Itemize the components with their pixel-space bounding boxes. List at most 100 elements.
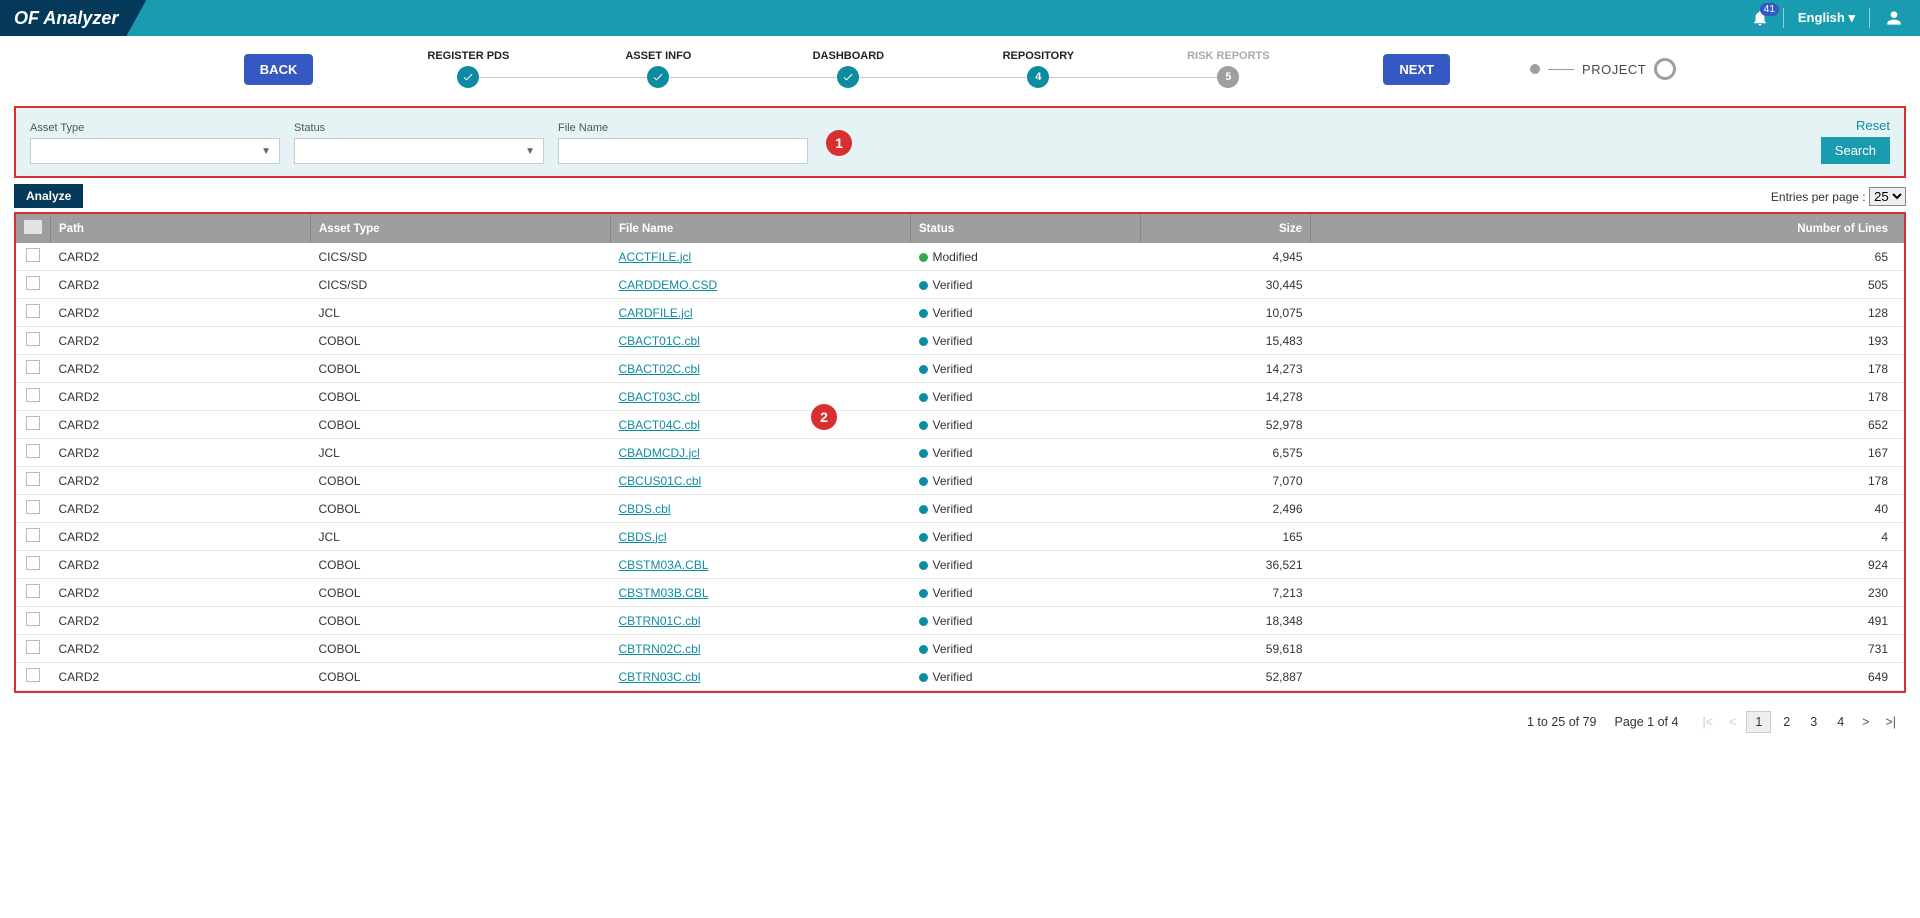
page-indicator: Page 1 of 4 [1615, 715, 1679, 729]
row-checkbox-cell[interactable] [16, 607, 51, 635]
language-selector[interactable]: English ▾ [1798, 10, 1855, 26]
row-checkbox-cell[interactable] [16, 635, 51, 663]
check-icon [457, 66, 479, 88]
file-link[interactable]: CARDFILE.jcl [619, 306, 693, 320]
table-row: CARD2COBOLCBSTM03A.CBLVerified36,521924 [16, 551, 1904, 579]
row-checkbox-cell[interactable] [16, 383, 51, 411]
status-dropdown[interactable]: ▼ [294, 138, 544, 164]
step-asset-info[interactable]: ASSET INFO [563, 50, 753, 88]
search-button[interactable]: Search [1821, 137, 1890, 164]
step-repository[interactable]: REPOSITORY 4 [943, 50, 1133, 88]
analyze-button[interactable]: Analyze [14, 184, 83, 208]
file-link[interactable]: CBDS.jcl [619, 530, 667, 544]
row-checkbox-cell[interactable] [16, 663, 51, 691]
header-file-name[interactable]: File Name [611, 214, 911, 243]
cell-file-name: CARDDEMO.CSD [611, 271, 911, 299]
row-checkbox-cell[interactable] [16, 467, 51, 495]
cell-status: Verified [911, 635, 1141, 663]
step-number: 4 [1027, 66, 1049, 88]
file-link[interactable]: CBACT02C.cbl [619, 362, 700, 376]
row-checkbox-cell[interactable] [16, 327, 51, 355]
file-link[interactable]: CBSTM03A.CBL [619, 558, 709, 572]
select-all-header[interactable] [16, 214, 51, 243]
back-button[interactable]: BACK [244, 54, 314, 85]
last-page-button[interactable]: >| [1879, 712, 1902, 732]
first-page-button[interactable]: |< [1696, 712, 1719, 732]
step-dashboard[interactable]: DASHBOARD [753, 50, 943, 88]
row-checkbox-cell[interactable] [16, 355, 51, 383]
row-checkbox-cell[interactable] [16, 551, 51, 579]
step-label: REGISTER PDS [373, 50, 563, 62]
status-filter: Status ▼ [294, 122, 544, 164]
file-link[interactable]: CBTRN01C.cbl [619, 614, 701, 628]
cell-path: CARD2 [51, 523, 311, 551]
header-asset-type[interactable]: Asset Type [311, 214, 611, 243]
row-checkbox-cell[interactable] [16, 439, 51, 467]
asset-type-dropdown[interactable]: ▼ [30, 138, 280, 164]
prev-page-button[interactable]: < [1723, 712, 1742, 732]
page-4[interactable]: 4 [1829, 712, 1852, 732]
checkbox-icon [26, 556, 40, 570]
header-status[interactable]: Status [911, 214, 1141, 243]
stepper-row: BACK REGISTER PDS ASSET INFO DASHBOARD R… [0, 36, 1920, 106]
results-table-container: Path Asset Type File Name Status Size Nu… [14, 212, 1906, 693]
next-page-button[interactable]: > [1856, 712, 1875, 732]
row-checkbox-cell[interactable] [16, 411, 51, 439]
cell-path: CARD2 [51, 635, 311, 663]
row-checkbox-cell[interactable] [16, 243, 51, 271]
file-link[interactable]: ACCTFILE.jcl [619, 250, 692, 264]
file-link[interactable]: CBSTM03B.CBL [619, 586, 709, 600]
check-icon [837, 66, 859, 88]
file-link[interactable]: CBTRN02C.cbl [619, 642, 701, 656]
file-link[interactable]: CBADMCDJ.jcl [619, 446, 700, 460]
status-dot-icon [919, 561, 928, 570]
cell-size: 7,213 [1141, 579, 1311, 607]
file-link[interactable]: CBTRN03C.cbl [619, 670, 701, 684]
cell-size: 7,070 [1141, 467, 1311, 495]
cell-file-name: CBACT03C.cbl [611, 383, 911, 411]
cell-asset-type: CICS/SD [311, 243, 611, 271]
table-row: CARD2COBOLCBACT02C.cblVerified14,273178 [16, 355, 1904, 383]
row-checkbox-cell[interactable] [16, 271, 51, 299]
user-menu-button[interactable] [1884, 8, 1904, 28]
row-checkbox-cell[interactable] [16, 495, 51, 523]
cell-status: Verified [911, 495, 1141, 523]
entries-label: Entries per page : [1771, 190, 1866, 204]
cell-path: CARD2 [51, 299, 311, 327]
checkbox-icon [26, 388, 40, 402]
cell-status: Verified [911, 551, 1141, 579]
row-checkbox-cell[interactable] [16, 579, 51, 607]
checkbox-icon [26, 584, 40, 598]
file-link[interactable]: CBDS.cbl [619, 502, 671, 516]
results-table: Path Asset Type File Name Status Size Nu… [16, 214, 1904, 691]
entries-select[interactable]: 25 [1869, 187, 1906, 206]
checkbox-icon [26, 332, 40, 346]
header-lines[interactable]: Number of Lines [1311, 214, 1905, 243]
status-dot-icon [919, 533, 928, 542]
reset-link[interactable]: Reset [1821, 118, 1890, 133]
page-2[interactable]: 2 [1775, 712, 1798, 732]
cell-size: 14,273 [1141, 355, 1311, 383]
row-checkbox-cell[interactable] [16, 299, 51, 327]
file-link[interactable]: CBACT04C.cbl [619, 418, 700, 432]
header-size[interactable]: Size [1141, 214, 1311, 243]
header-path[interactable]: Path [51, 214, 311, 243]
caret-down-icon: ▼ [525, 146, 535, 157]
file-link[interactable]: CARDDEMO.CSD [619, 278, 718, 292]
user-icon [1884, 8, 1904, 28]
row-checkbox-cell[interactable] [16, 523, 51, 551]
next-button[interactable]: NEXT [1383, 54, 1450, 85]
notifications-button[interactable]: 41 [1751, 9, 1769, 27]
table-row: CARD2COBOLCBSTM03B.CBLVerified7,213230 [16, 579, 1904, 607]
step-risk-reports[interactable]: RISK REPORTS 5 [1133, 50, 1323, 88]
cell-path: CARD2 [51, 411, 311, 439]
file-link[interactable]: CBACT01C.cbl [619, 334, 700, 348]
step-register-pds[interactable]: REGISTER PDS [373, 50, 563, 88]
annotation-callout-2: 2 [811, 404, 837, 430]
file-name-input[interactable] [558, 138, 808, 164]
file-link[interactable]: CBCUS01C.cbl [619, 474, 702, 488]
cell-path: CARD2 [51, 607, 311, 635]
file-link[interactable]: CBACT03C.cbl [619, 390, 700, 404]
page-1[interactable]: 1 [1746, 711, 1771, 733]
page-3[interactable]: 3 [1802, 712, 1825, 732]
